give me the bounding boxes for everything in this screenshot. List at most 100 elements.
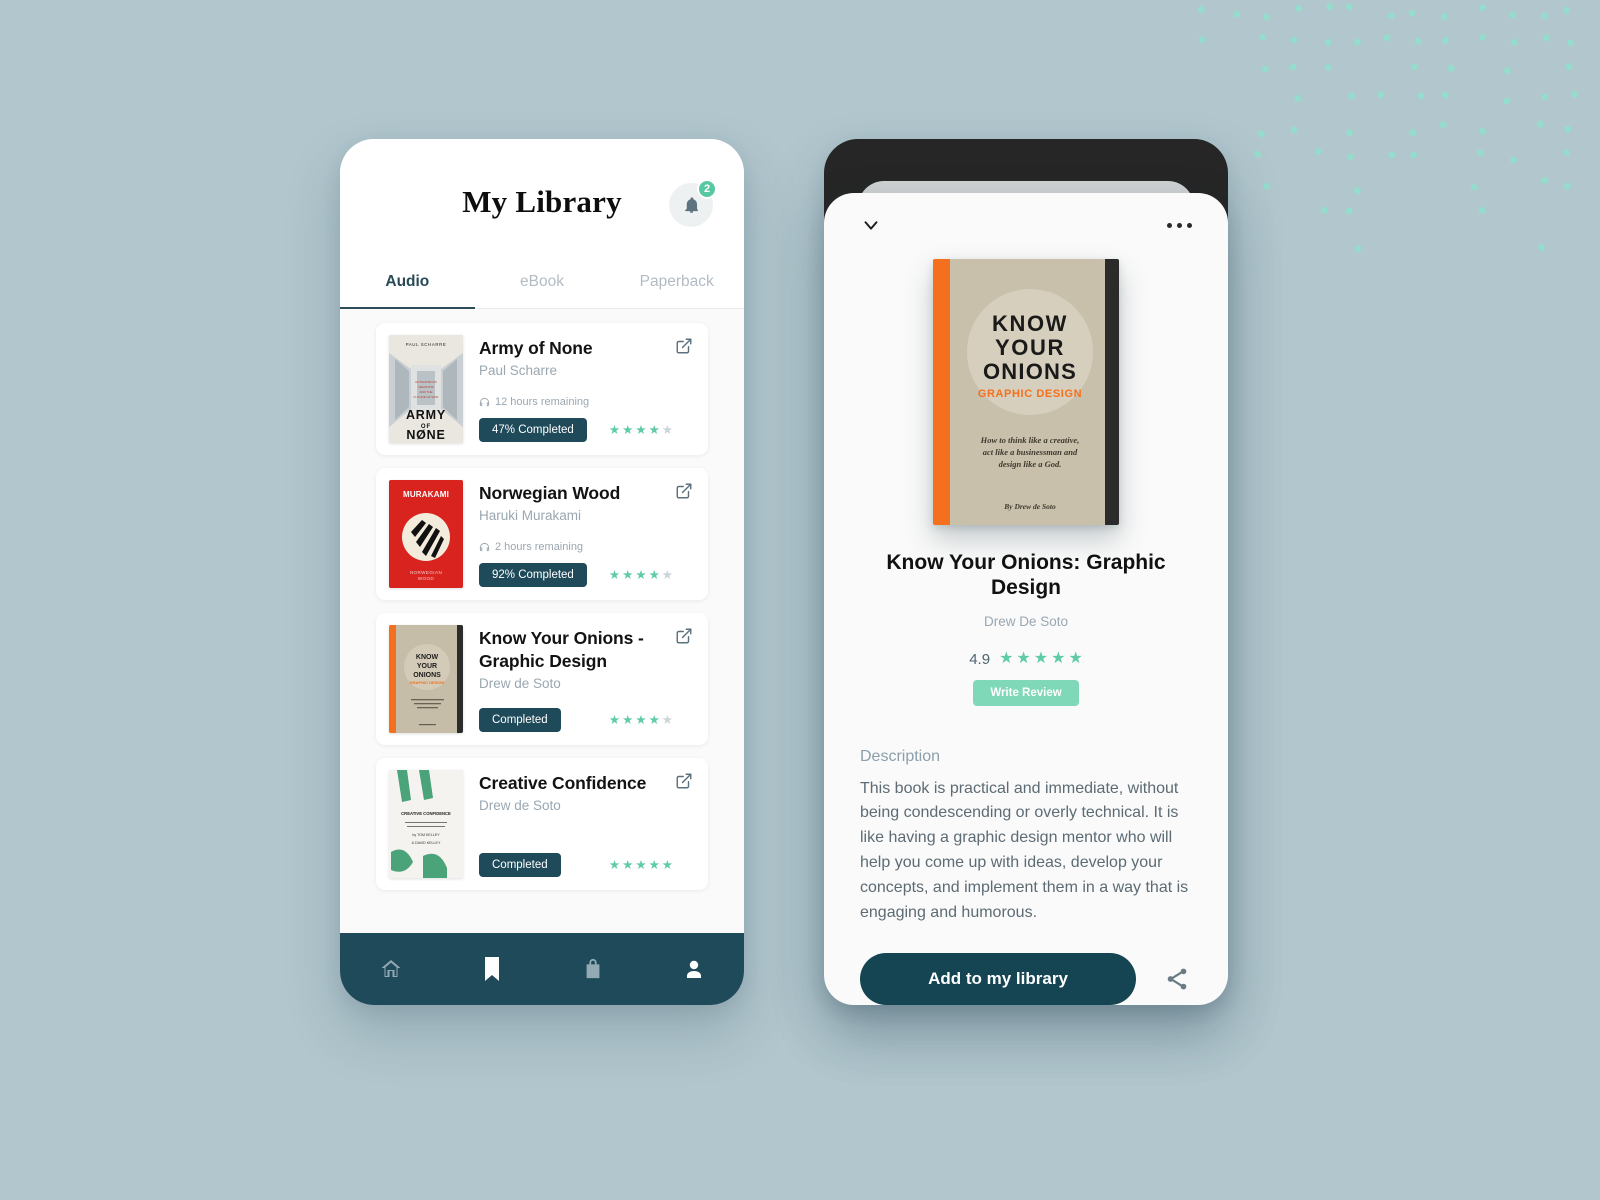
rating-stars: ★ ★ ★ ★ ★	[999, 651, 1083, 667]
svg-text:by TOM KELLEY: by TOM KELLEY	[412, 833, 440, 837]
book-author: Drew de Soto	[479, 798, 561, 814]
book-list-item[interactable]: CREATIVE CONFIDENCE by TOM KELLEY & DAVI…	[376, 758, 708, 890]
home-icon	[381, 960, 400, 977]
svg-text:NØNE: NØNE	[406, 428, 445, 442]
star-icon: ★	[661, 712, 673, 727]
tab-ebook[interactable]: eBook	[475, 265, 610, 308]
svg-text:YOUR: YOUR	[995, 335, 1065, 360]
book-list: PAUL SCHARRE AUTONOMOUS WEAPONS AND THE …	[340, 309, 744, 933]
svg-text:WEAPONS: WEAPONS	[418, 385, 433, 389]
svg-text:KNOW: KNOW	[992, 311, 1068, 336]
svg-text:By Drew de Soto: By Drew de Soto	[1003, 502, 1056, 511]
svg-text:KNOW: KNOW	[416, 654, 439, 661]
book-author: Haruki Murakami	[479, 508, 582, 524]
svg-text:PAUL SCHARRE: PAUL SCHARRE	[406, 342, 447, 347]
notification-button[interactable]: 2	[669, 179, 717, 227]
profile-icon	[686, 960, 701, 978]
nav-shop[interactable]	[542, 957, 643, 981]
star-icon: ★	[635, 567, 647, 582]
description-label: Description	[860, 747, 941, 765]
chevron-down-icon[interactable]	[860, 214, 882, 236]
book-author: Paul Scharre	[479, 363, 558, 379]
star-icon: ★	[661, 857, 673, 872]
book-rating-stars: ★ ★ ★ ★ ★	[609, 859, 695, 872]
book-status-badge: 47% Completed	[479, 418, 587, 442]
book-status-badge: 92% Completed	[479, 563, 587, 587]
detail-title: Know Your Onions: Graphic Design	[886, 551, 1166, 599]
star-icon: ★	[648, 857, 660, 872]
nav-bookmark[interactable]	[441, 955, 542, 983]
svg-text:FUTURE OF WAR: FUTURE OF WAR	[414, 395, 440, 399]
rating-value: 4.9	[969, 650, 991, 668]
external-link-icon[interactable]	[675, 337, 695, 357]
share-icon[interactable]	[1162, 964, 1192, 994]
detail-rating: 4.9 ★ ★ ★ ★ ★	[824, 651, 1228, 668]
tab-audio[interactable]: Audio	[340, 265, 475, 309]
svg-text:NORWEGIAN: NORWEGIAN	[410, 570, 442, 575]
add-to-library-button[interactable]: Add to my library	[860, 953, 1136, 1005]
detail-actions: Add to my library	[824, 953, 1228, 1005]
svg-text:& DAVID KELLEY: & DAVID KELLEY	[412, 841, 441, 845]
book-title: Norwegian Wood	[479, 483, 621, 503]
background-dot-pattern	[1194, 3, 1578, 253]
book-cover-army-of-none: PAUL SCHARRE AUTONOMOUS WEAPONS AND THE …	[389, 335, 463, 443]
library-tabs: Audio eBook Paperback	[340, 265, 744, 309]
svg-text:AUTONOMOUS: AUTONOMOUS	[415, 380, 437, 384]
nav-profile[interactable]	[643, 957, 744, 981]
svg-text:design like a God.: design like a God.	[999, 459, 1062, 469]
book-title: Army of None	[479, 338, 593, 358]
write-review-button[interactable]: Write Review	[973, 679, 1079, 706]
book-cover-know-your-onions: KNOW YOUR ONIONS GRAPHIC DESIGN	[389, 625, 463, 733]
description-block: Description This book is practical and i…	[824, 748, 1228, 926]
book-list-item[interactable]: PAUL SCHARRE AUTONOMOUS WEAPONS AND THE …	[376, 323, 708, 455]
book-detail-sheet: KNOW YOUR ONIONS GRAPHIC DESIGN How to t…	[824, 193, 1228, 1005]
svg-text:ONIONS: ONIONS	[983, 359, 1077, 384]
nav-home[interactable]	[340, 957, 441, 981]
description-text: This book is practical and immediate, wi…	[860, 779, 1189, 921]
book-remaining-label: 2 hours remaining	[495, 541, 584, 553]
svg-text:WOOD: WOOD	[418, 576, 435, 581]
external-link-icon[interactable]	[675, 627, 695, 647]
star-icon: ★	[648, 422, 660, 437]
star-icon: ★	[608, 712, 621, 727]
tab-paperback[interactable]: Paperback	[609, 265, 744, 308]
library-phone-screen: My Library 2 Audio eBook Paperback PAUL …	[340, 139, 744, 1005]
book-title: Know Your Onions - Graphic Design	[479, 628, 644, 672]
bottom-navigation	[340, 933, 744, 1005]
star-icon: ★	[622, 567, 634, 582]
book-rating-stars: ★ ★ ★ ★ ★	[609, 424, 695, 437]
svg-text:ARMY: ARMY	[406, 408, 446, 422]
star-icon: ★	[608, 567, 621, 582]
star-icon: ★	[1068, 650, 1083, 668]
external-link-icon[interactable]	[675, 772, 695, 792]
star-icon: ★	[635, 712, 647, 727]
svg-text:GRAPHIC DESIGN: GRAPHIC DESIGN	[410, 680, 445, 685]
svg-text:CREATIVE CONFIDENCE: CREATIVE CONFIDENCE	[401, 811, 451, 816]
book-list-item[interactable]: KNOW YOUR ONIONS GRAPHIC DESIGN Know You…	[376, 613, 708, 745]
svg-text:How to think like a creative,: How to think like a creative,	[980, 435, 1080, 445]
detail-topbar	[824, 193, 1228, 257]
book-cover-norwegian-wood: MURAKAMI NORWEGIAN WOOD	[389, 480, 463, 588]
external-link-icon[interactable]	[675, 482, 695, 502]
page-title: My Library	[462, 184, 622, 219]
svg-text:act like a businessman and: act like a businessman and	[983, 447, 1078, 457]
star-icon: ★	[1051, 650, 1066, 668]
star-icon: ★	[622, 857, 634, 872]
star-icon: ★	[608, 422, 621, 437]
svg-text:YOUR: YOUR	[417, 663, 437, 670]
star-icon: ★	[661, 422, 673, 437]
book-status-badge: Completed	[479, 708, 561, 732]
book-rating-stars: ★ ★ ★ ★ ★	[609, 569, 695, 582]
book-remaining: 12 hours remaining	[479, 396, 589, 408]
book-status-badge: Completed	[479, 853, 561, 877]
headphones-icon	[479, 542, 490, 551]
write-review-wrapper: Write Review	[824, 679, 1228, 706]
library-header: My Library 2	[340, 139, 744, 265]
book-title: Creative Confidence	[479, 773, 647, 793]
more-horizontal-icon[interactable]	[1167, 222, 1192, 228]
book-list-item[interactable]: MURAKAMI NORWEGIAN WOOD Norwegian Wood H…	[376, 468, 708, 600]
star-icon: ★	[635, 857, 647, 872]
headphones-icon	[479, 397, 490, 406]
svg-text:ONIONS: ONIONS	[413, 672, 441, 679]
book-remaining: 2 hours remaining	[479, 541, 583, 553]
